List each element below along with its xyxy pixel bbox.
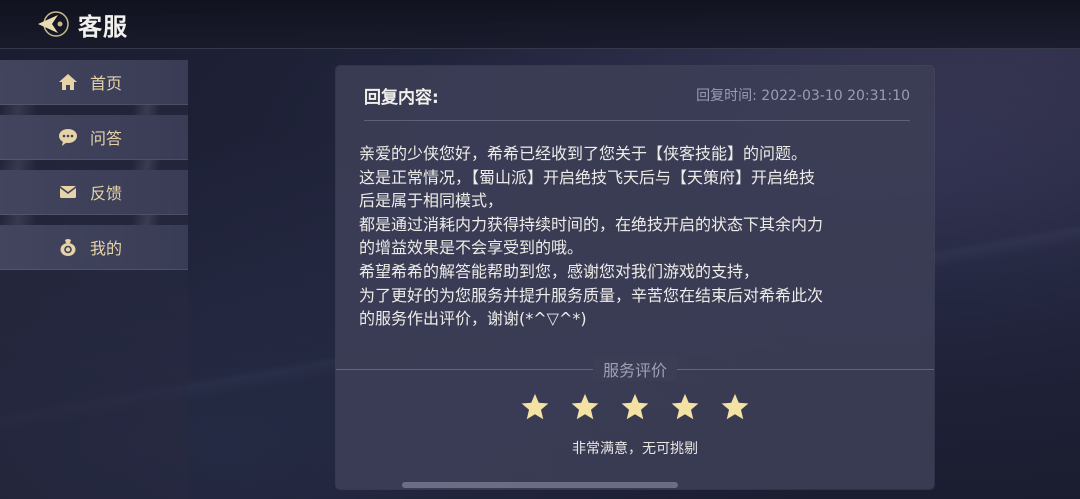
nav-divider xyxy=(0,215,188,225)
reply-card: 回复内容: 回复时间: 2022-03-10 20:31:10 亲爱的少侠您好，… xyxy=(336,66,934,489)
reply-line: 的增益效果是不会享受到的哦。 xyxy=(359,238,584,258)
sidebar-item-qa[interactable]: 问答 xyxy=(0,115,188,160)
star-icon[interactable] xyxy=(720,392,750,422)
page-title: 客服 xyxy=(78,12,128,41)
reply-content: 亲爱的少侠您好，希希已经收到了您关于【侠客技能】的问题。 这是正常情况，【蜀山派… xyxy=(359,142,915,331)
reply-heading: 回复内容: xyxy=(364,87,439,108)
sidebar-item-label: 反馈 xyxy=(90,184,123,203)
sidebar: 首页 问答 反馈 我的 xyxy=(0,60,188,499)
reply-line: 的服务作出评价，谢谢(*^▽^*) xyxy=(359,309,587,329)
nav-divider xyxy=(0,160,188,170)
star-icon[interactable] xyxy=(620,392,650,422)
reply-line: 后是属于相同模式， xyxy=(359,191,504,211)
header-bar: 客服 xyxy=(0,0,1080,49)
user-bag-icon xyxy=(58,237,78,257)
reply-line: 这是正常情况，【蜀山派】开启绝技飞天后与【天策府】开启绝技 xyxy=(359,167,816,187)
star-icon[interactable] xyxy=(520,392,550,422)
horizontal-scrollbar[interactable] xyxy=(402,482,678,488)
sidebar-item-label: 我的 xyxy=(90,239,123,258)
back-arrow-icon xyxy=(38,11,69,37)
back-button[interactable] xyxy=(36,7,70,41)
sidebar-item-home[interactable]: 首页 xyxy=(0,60,188,105)
sidebar-item-label: 首页 xyxy=(90,74,123,93)
reply-line: 为了更好的为您服务并提升服务质量，辛苦您在结束后对希希此次 xyxy=(359,285,824,305)
nav-divider xyxy=(0,105,188,115)
reply-header: 回复内容: 回复时间: 2022-03-10 20:31:10 xyxy=(364,80,910,121)
reply-line: 亲爱的少侠您好，希希已经收到了您关于【侠客技能】的问题。 xyxy=(359,144,808,163)
star-icon[interactable] xyxy=(570,392,600,422)
home-icon xyxy=(58,72,78,92)
reply-line: 希望希希的解答能帮助到您，感谢您对我们游戏的支持， xyxy=(359,261,760,281)
star-icon[interactable] xyxy=(670,392,700,422)
sidebar-item-label: 问答 xyxy=(90,129,123,148)
reply-line: 都是通过消耗内力获得持续时间的，在绝技开启的状态下其余内力 xyxy=(359,214,824,234)
reply-timestamp: 回复时间: 2022-03-10 20:31:10 xyxy=(696,88,910,104)
rating-description: 非常满意，无可挑剔 xyxy=(572,441,698,457)
mail-icon xyxy=(58,182,78,202)
rating-title: 服务评价 xyxy=(592,357,678,381)
sidebar-item-mine[interactable]: 我的 xyxy=(0,225,188,270)
sidebar-item-feedback[interactable]: 反馈 xyxy=(0,170,188,215)
star-rating[interactable] xyxy=(336,392,934,424)
chat-bubble-icon xyxy=(58,127,78,147)
